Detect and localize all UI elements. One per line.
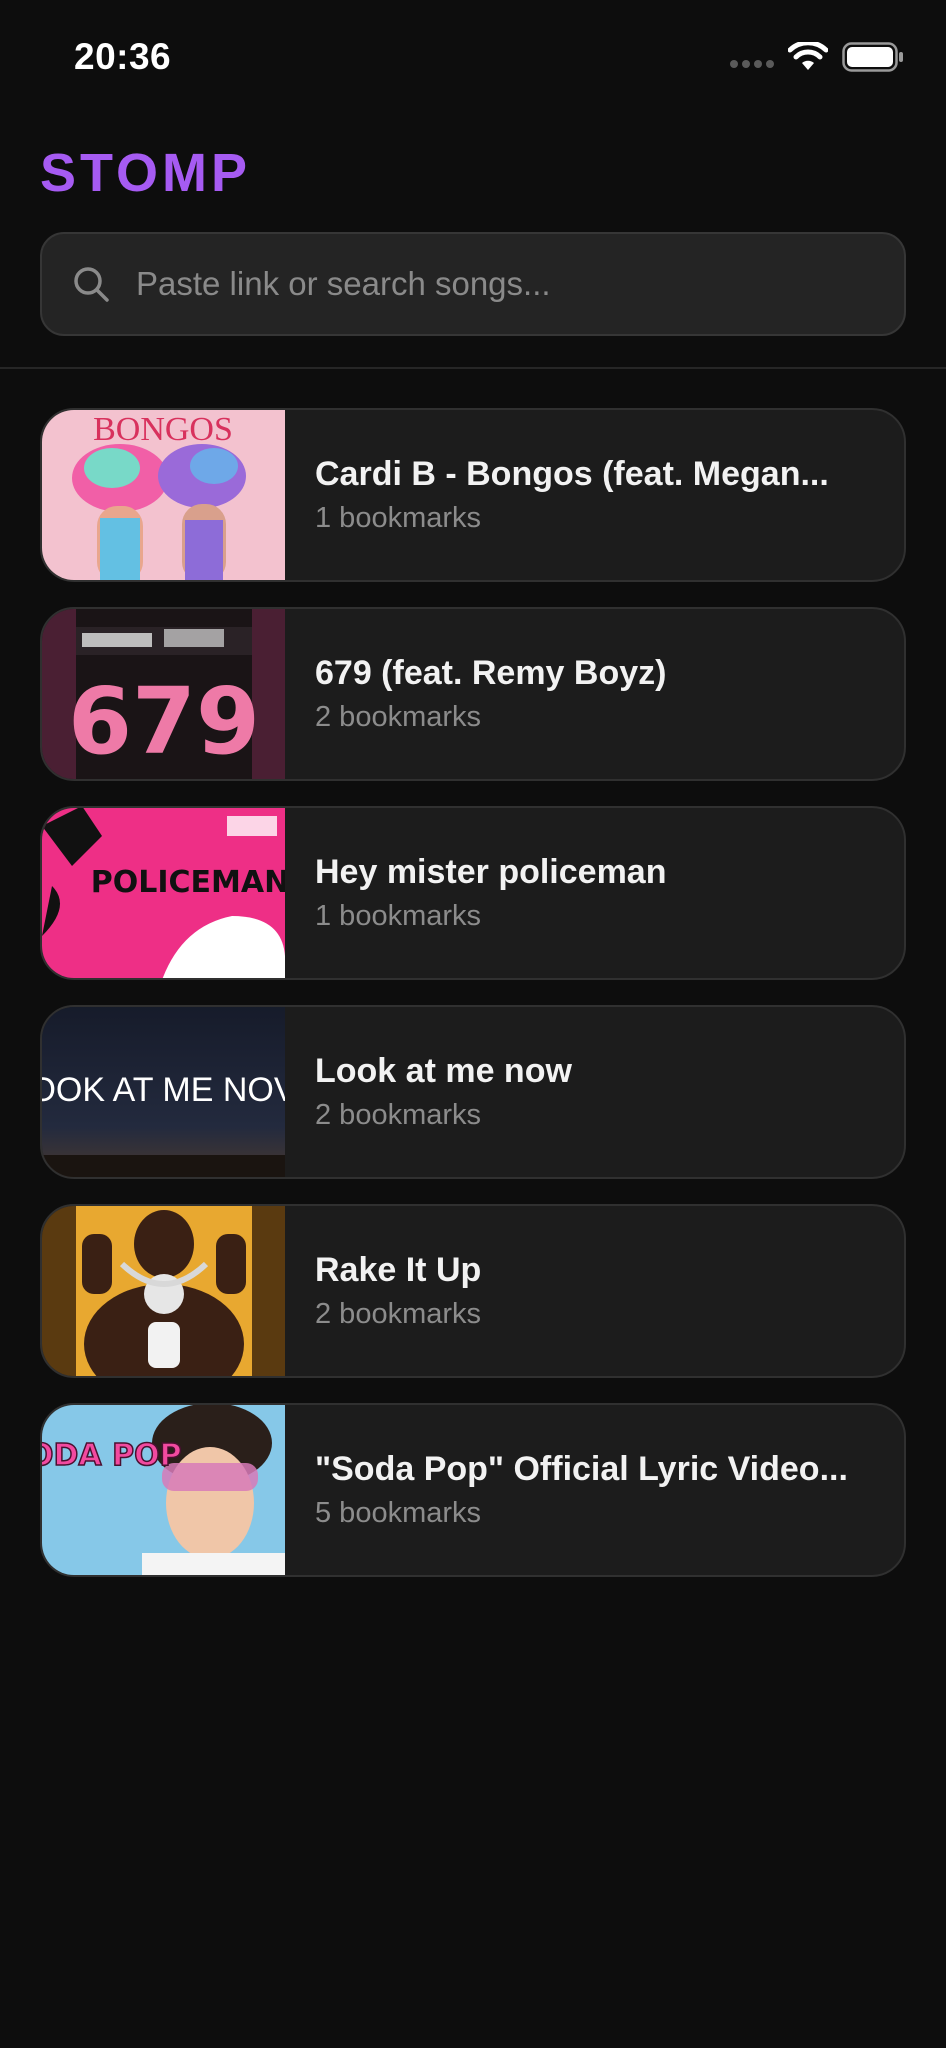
song-info: Rake It Up 2 bookmarks — [285, 1251, 904, 1331]
song-info: "Soda Pop" Official Lyric Video... 5 boo… — [285, 1450, 904, 1530]
song-info: 679 (feat. Remy Boyz) 2 bookmarks — [285, 654, 904, 734]
song-item[interactable]: OOK AT ME NOV Look at me now 2 bookmarks — [40, 1005, 906, 1179]
status-bar: 20:36 — [0, 0, 946, 120]
artwork-text: OOK AT ME NOV — [42, 1071, 285, 1109]
search-input[interactable] — [136, 265, 904, 303]
signal-icon — [730, 60, 774, 68]
song-info: Hey mister policeman 1 bookmarks — [285, 853, 904, 933]
bookmark-count: 2 bookmarks — [315, 701, 482, 733]
app-title: STOMP — [40, 143, 252, 203]
artwork-text: SODA POP — [42, 1438, 182, 1473]
song-title: Hey mister policeman — [315, 853, 667, 891]
status-time: 20:36 — [74, 36, 172, 77]
song-title: 679 (feat. Remy Boyz) — [315, 654, 667, 692]
song-item[interactable]: BONGOS Cardi B - Bongos (feat. Megan... … — [40, 408, 906, 582]
bookmark-count: 1 bookmarks — [315, 900, 482, 932]
song-info: Look at me now 2 bookmarks — [285, 1052, 904, 1132]
song-title: Look at me now — [315, 1052, 572, 1090]
artwork-text: 679 — [68, 668, 260, 775]
artwork-text: BONGOS — [93, 411, 233, 448]
song-title: Rake It Up — [315, 1251, 482, 1289]
bookmark-count: 1 bookmarks — [315, 502, 482, 534]
wifi-icon — [788, 42, 828, 70]
song-item[interactable]: Rake It Up 2 bookmarks — [40, 1204, 906, 1378]
song-item[interactable]: SODA POP "Soda Pop" Official Lyric Video… — [40, 1403, 906, 1577]
bookmark-count: 2 bookmarks — [315, 1099, 482, 1131]
bookmark-count: 5 bookmarks — [315, 1497, 482, 1529]
search-bar[interactable] — [40, 232, 906, 336]
bookmark-count: 2 bookmarks — [315, 1298, 482, 1330]
song-title: Cardi B - Bongos (feat. Megan... — [315, 455, 829, 493]
status-icons — [730, 42, 904, 72]
song-artwork: OOK AT ME NOV — [42, 1007, 285, 1177]
song-item[interactable]: 679 679 (feat. Remy Boyz) 2 bookmarks — [40, 607, 906, 781]
song-artwork: SODA POP — [42, 1405, 285, 1575]
song-artwork: BONGOS — [42, 410, 285, 580]
song-info: Cardi B - Bongos (feat. Megan... 1 bookm… — [285, 455, 904, 535]
battery-icon — [842, 42, 903, 72]
artwork-text: POLICEMAN — [91, 865, 285, 900]
header-divider — [0, 367, 946, 369]
song-artwork: 679 — [42, 609, 285, 779]
song-list: BONGOS Cardi B - Bongos (feat. Megan... … — [40, 408, 906, 1602]
song-artwork: POLICEMAN — [42, 808, 285, 978]
search-icon — [72, 265, 110, 303]
song-title: "Soda Pop" Official Lyric Video... — [315, 1450, 848, 1488]
song-artwork — [42, 1206, 285, 1376]
song-item[interactable]: POLICEMAN Hey mister policeman 1 bookmar… — [40, 806, 906, 980]
